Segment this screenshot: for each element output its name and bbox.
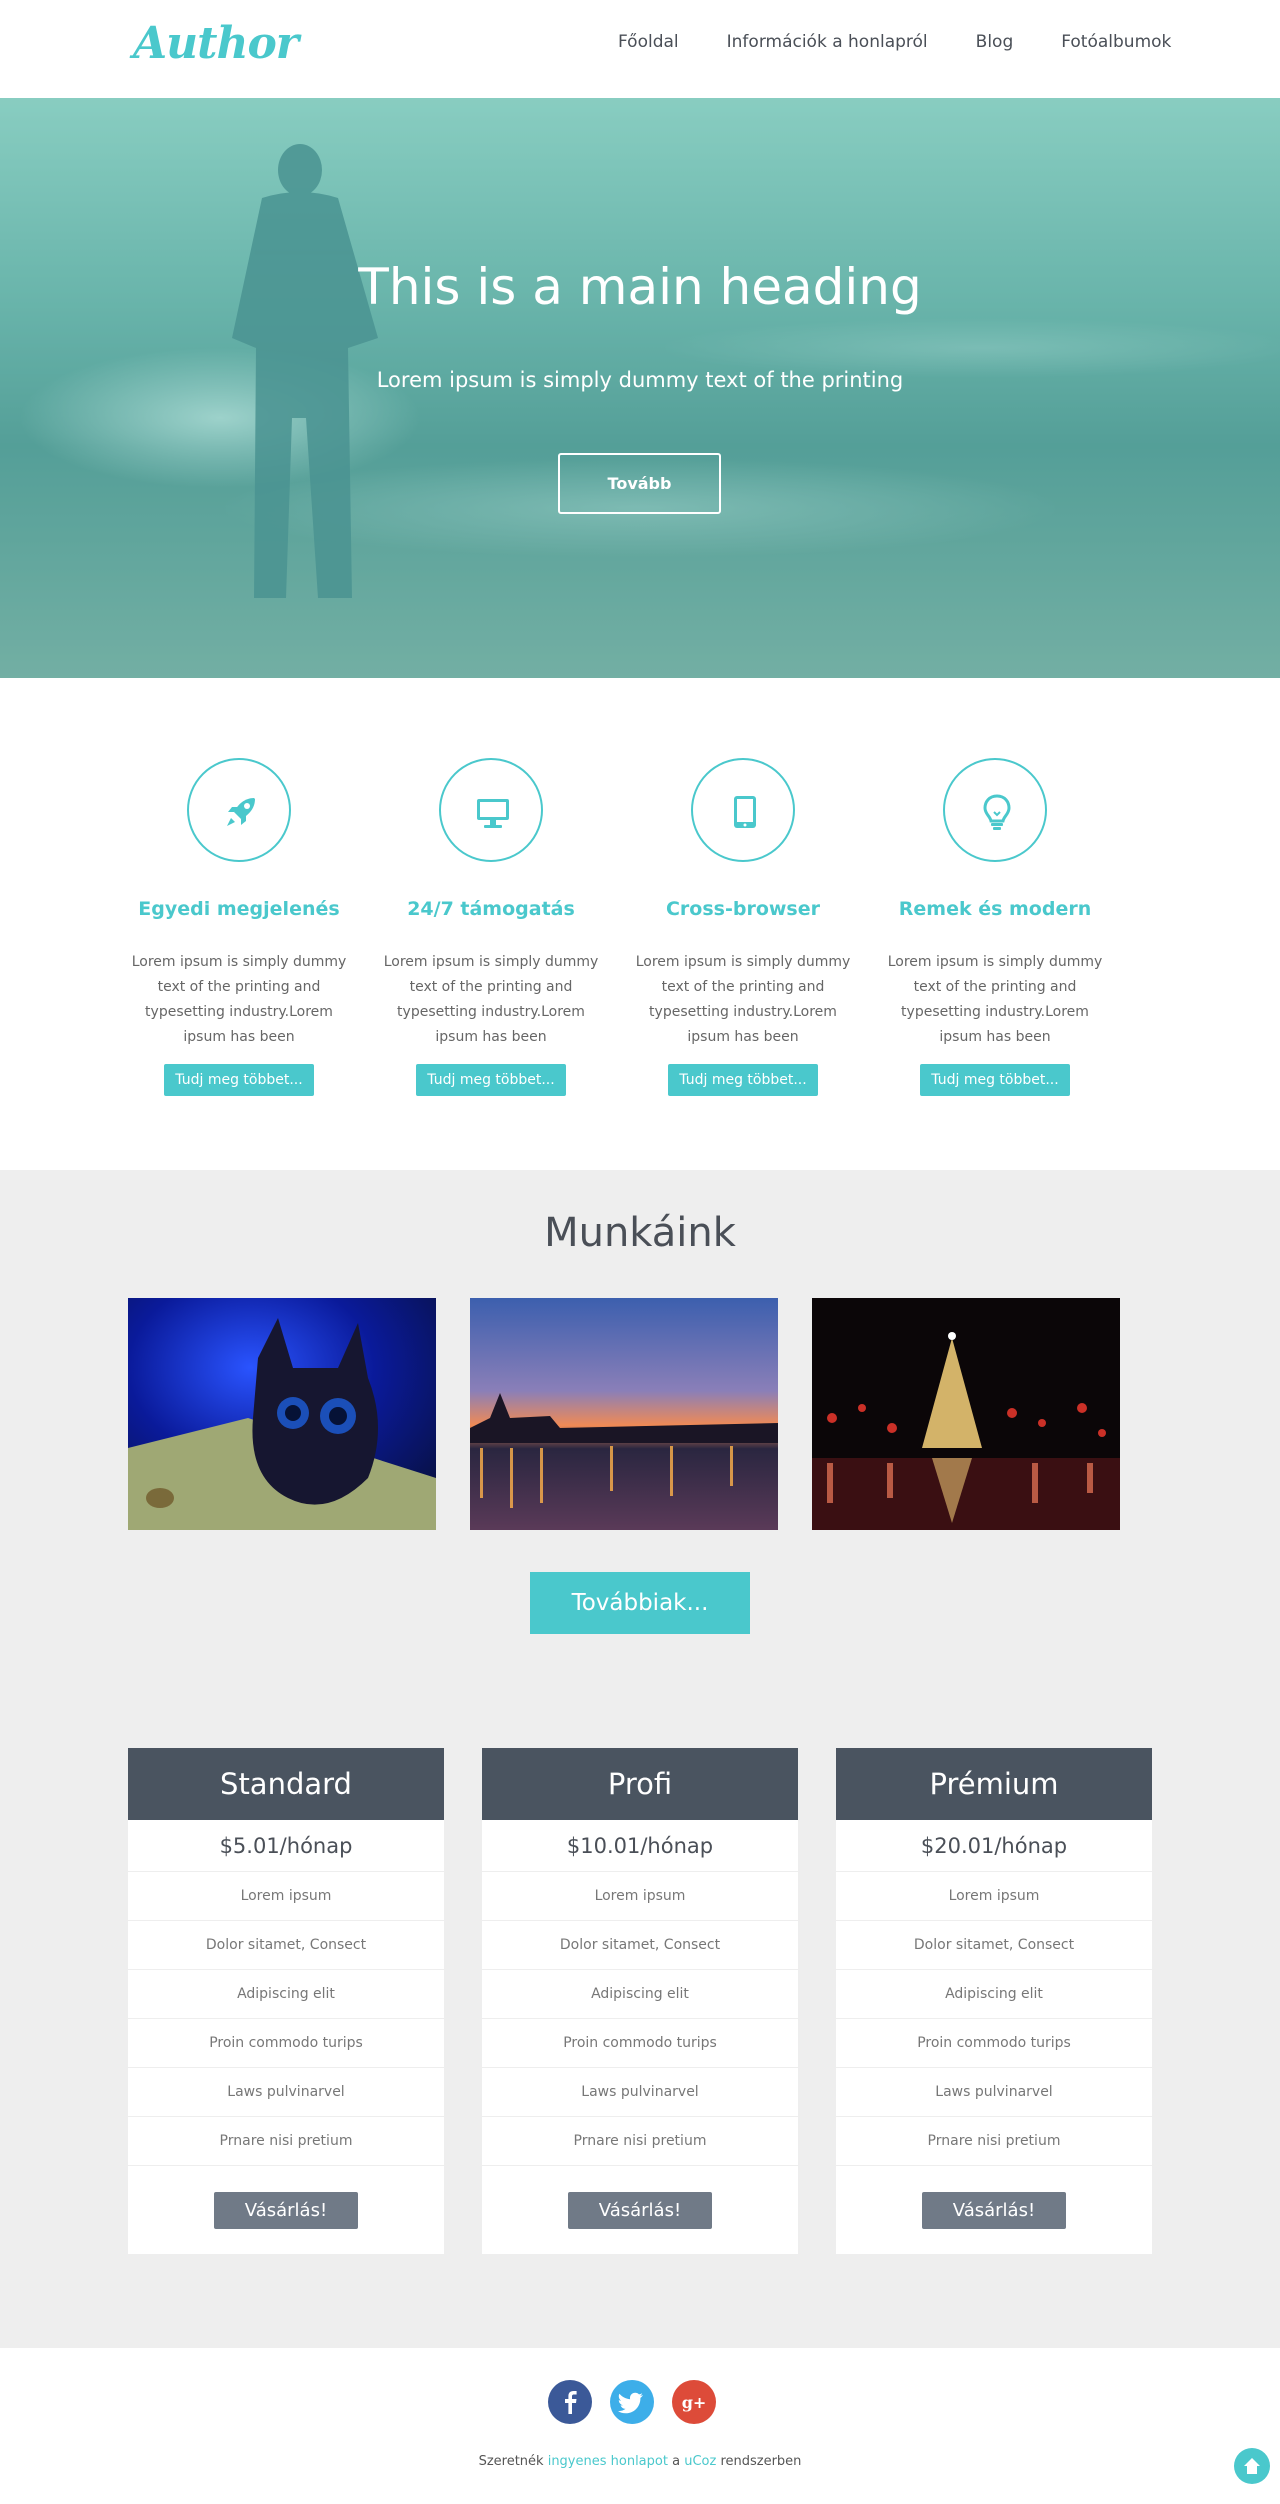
plan-feature: Adipiscing elit xyxy=(128,1970,444,2019)
plan-feature: Laws pulvinarvel xyxy=(836,2068,1152,2117)
main-nav: Főoldal Információk a honlapról Blog Fot… xyxy=(618,32,1219,52)
feature-card: Egyedi megjelenés Lorem ipsum is simply … xyxy=(124,758,354,1096)
plan-price: $10.01/hónap xyxy=(482,1820,798,1872)
scroll-to-top-button[interactable] xyxy=(1234,2448,1270,2484)
feature-more-button[interactable]: Tudj meg többet... xyxy=(920,1064,1070,1096)
site-header: Author Főoldal Információk a honlapról B… xyxy=(0,0,1280,98)
feature-text: Lorem ipsum is simply dummy text of the … xyxy=(131,954,347,1045)
svg-text:g+: g+ xyxy=(682,2393,707,2412)
feature-card: Cross-browser Lorem ipsum is simply dumm… xyxy=(628,758,858,1096)
feature-icon-circle xyxy=(187,758,291,862)
plan-feature: Dolor sitamet, Consect xyxy=(128,1921,444,1970)
feature-text: Lorem ipsum is simply dummy text of the … xyxy=(887,954,1103,1045)
feature-icon-circle xyxy=(943,758,1047,862)
buy-button[interactable]: Vásárlás! xyxy=(922,2192,1066,2229)
feature-icon-circle xyxy=(439,758,543,862)
plan-feature: Proin commodo turips xyxy=(128,2019,444,2068)
nav-item-home[interactable]: Főoldal xyxy=(618,32,679,52)
arrow-up-icon xyxy=(1244,2458,1260,2474)
feature-title: Cross-browser xyxy=(665,898,820,920)
nav-item-blog[interactable]: Blog xyxy=(976,32,1014,52)
plan-feature: Proin commodo turips xyxy=(482,2019,798,2068)
hero-button[interactable]: Tovább xyxy=(558,453,721,514)
site-logo[interactable]: Author xyxy=(133,18,299,69)
nav-item-info[interactable]: Információk a honlapról xyxy=(727,32,928,52)
plan-feature: Dolor sitamet, Consect xyxy=(482,1921,798,1970)
plan-feature: Proin commodo turips xyxy=(836,2019,1152,2068)
google-plus-icon[interactable]: g+ xyxy=(672,2380,716,2424)
feature-title: 24/7 támogatás xyxy=(407,898,575,920)
buy-button[interactable]: Vásárlás! xyxy=(568,2192,712,2229)
plan-feature: Lorem ipsum xyxy=(482,1872,798,1921)
footer-link-free-site[interactable]: ingyenes honlapot xyxy=(548,2454,668,2469)
feature-more-button[interactable]: Tudj meg többet... xyxy=(668,1064,818,1096)
feature-title: Egyedi megjelenés xyxy=(138,898,340,920)
footer-link-ucoz[interactable]: uCoz xyxy=(684,2454,716,2469)
facebook-icon[interactable] xyxy=(548,2380,592,2424)
plan-price: $20.01/hónap xyxy=(836,1820,1152,1872)
works-section: Munkáink Továbbiak... Standard $5.01/hón… xyxy=(0,1170,1280,2348)
plan-feature: Adipiscing elit xyxy=(482,1970,798,2019)
feature-card: 24/7 támogatás Lorem ipsum is simply dum… xyxy=(376,758,606,1096)
plan-feature: Dolor sitamet, Consect xyxy=(836,1921,1152,1970)
plan-name: Profi xyxy=(482,1748,798,1820)
plan-feature: Adipiscing elit xyxy=(836,1970,1152,2019)
feature-title: Remek és modern xyxy=(898,898,1092,920)
work-image-christmas[interactable] xyxy=(812,1298,1120,1530)
work-image-cat[interactable] xyxy=(128,1298,436,1530)
work-image-city[interactable] xyxy=(470,1298,778,1530)
feature-text: Lorem ipsum is simply dummy text of the … xyxy=(635,954,851,1045)
feature-more-button[interactable]: Tudj meg többet... xyxy=(416,1064,566,1096)
plan-feature: Prnare nisi pretium xyxy=(128,2117,444,2166)
plan-feature: Lorem ipsum xyxy=(128,1872,444,1921)
features-section: Egyedi megjelenés Lorem ipsum is simply … xyxy=(0,678,1280,1170)
twitter-icon[interactable] xyxy=(610,2380,654,2424)
pricing-plan-profi: Profi $10.01/hónap Lorem ipsum Dolor sit… xyxy=(482,1748,798,2254)
plan-feature: Laws pulvinarvel xyxy=(128,2068,444,2117)
lightbulb-icon xyxy=(983,794,1011,830)
plan-feature: Lorem ipsum xyxy=(836,1872,1152,1921)
hero-subtitle: Lorem ipsum is simply dummy text of the … xyxy=(376,368,904,392)
footer-text-before: Szeretnék xyxy=(478,2454,544,2469)
footer-text-after: rendszerben xyxy=(720,2454,802,2469)
feature-more-button[interactable]: Tudj meg többet... xyxy=(164,1064,314,1096)
footer-text-mid: a xyxy=(672,2454,681,2469)
footer-text: Szeretnék ingyenes honlapot a uCoz rends… xyxy=(0,2454,1280,2469)
plan-feature: Prnare nisi pretium xyxy=(836,2117,1152,2166)
feature-icon-circle xyxy=(691,758,795,862)
feature-card: Remek és modern Lorem ipsum is simply du… xyxy=(880,758,1110,1096)
plan-feature: Prnare nisi pretium xyxy=(482,2117,798,2166)
plan-name: Standard xyxy=(128,1748,444,1820)
tablet-icon xyxy=(734,796,756,828)
plan-price: $5.01/hónap xyxy=(128,1820,444,1872)
pricing-plan-standard: Standard $5.01/hónap Lorem ipsum Dolor s… xyxy=(128,1748,444,2254)
monitor-icon xyxy=(477,799,509,828)
plan-feature: Laws pulvinarvel xyxy=(482,2068,798,2117)
feature-text: Lorem ipsum is simply dummy text of the … xyxy=(383,954,599,1045)
hero-section: This is a main heading Lorem ipsum is si… xyxy=(0,98,1280,678)
rocket-icon xyxy=(227,798,255,826)
works-title: Munkáink xyxy=(544,1210,736,1256)
pricing-plan-premium: Prémium $20.01/hónap Lorem ipsum Dolor s… xyxy=(836,1748,1152,2254)
hero-heading: This is a main heading xyxy=(358,258,922,316)
nav-item-albums[interactable]: Fotóalbumok xyxy=(1061,32,1171,52)
plan-name: Prémium xyxy=(836,1748,1152,1820)
more-works-button[interactable]: Továbbiak... xyxy=(530,1572,750,1634)
buy-button[interactable]: Vásárlás! xyxy=(214,2192,358,2229)
site-footer: g+ Szeretnék ingyenes honlapot a uCoz re… xyxy=(0,2348,1280,2504)
